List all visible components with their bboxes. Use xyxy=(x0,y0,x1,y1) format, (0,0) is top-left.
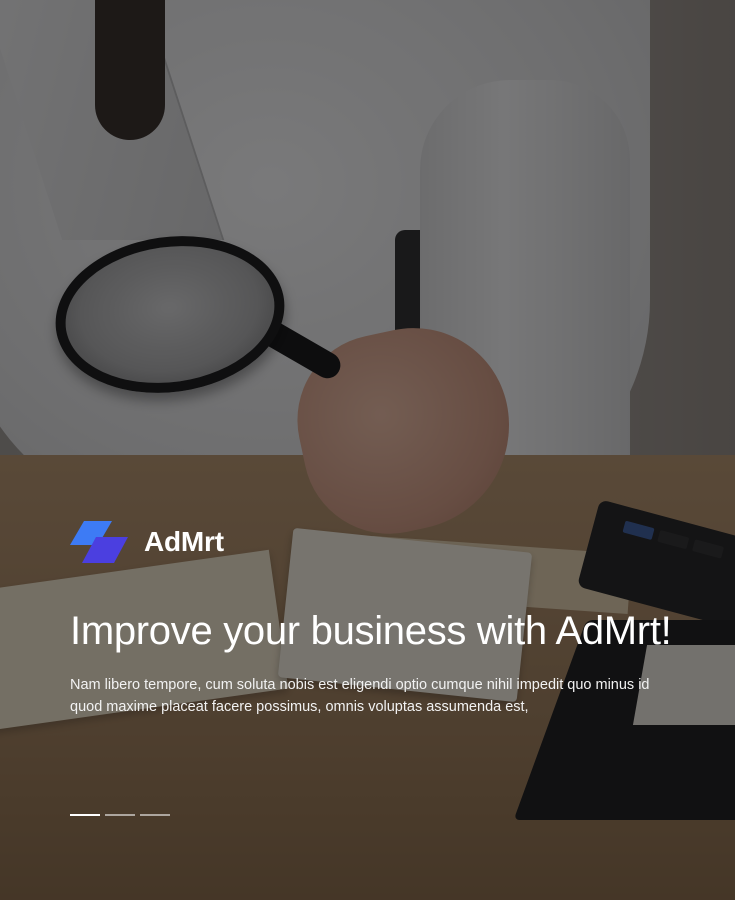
brand-name: AdMrt xyxy=(144,526,224,557)
hero-section: AdMrt Improve your business with AdMrt! … xyxy=(0,0,735,900)
carousel-indicator-1[interactable] xyxy=(70,814,100,816)
admrt-logo-icon xyxy=(70,521,128,563)
hero-description: Nam libero tempore, cum soluta nobis est… xyxy=(70,677,650,715)
hero-content: AdMrt Improve your business with AdMrt! … xyxy=(70,520,690,718)
hero-headline: Improve your business with AdMrt! xyxy=(70,609,672,653)
hero-background-image xyxy=(0,0,735,900)
dark-overlay xyxy=(0,0,735,900)
carousel-indicator-3[interactable] xyxy=(140,814,170,816)
carousel-indicator-2[interactable] xyxy=(105,814,135,816)
carousel-indicators xyxy=(70,814,170,816)
brand[interactable]: AdMrt xyxy=(70,520,690,564)
